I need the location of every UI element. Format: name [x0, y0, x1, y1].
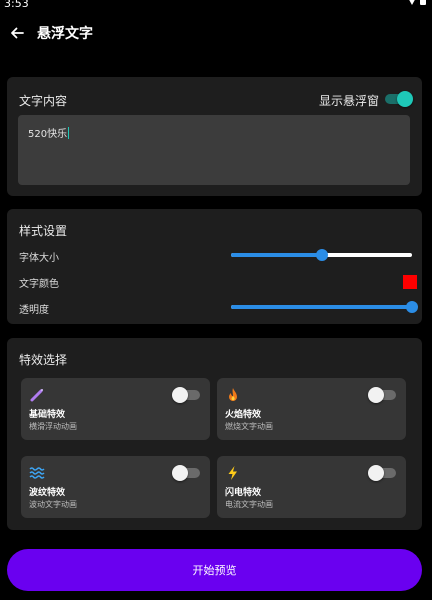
page-title: 悬浮文字	[37, 26, 93, 42]
lightning-icon	[225, 465, 241, 481]
toggle-thumb	[172, 465, 188, 481]
effect-name: 闪电特效	[225, 488, 262, 498]
style-settings-card: 样式设置 字体大小 文字颜色 透明度	[7, 209, 422, 324]
effect-fire-toggle[interactable]	[368, 387, 396, 403]
effect-lightning-card[interactable]: 闪电特效 电流文字动画	[217, 456, 406, 518]
battery-icon	[420, 0, 426, 5]
effect-name: 波纹特效	[29, 488, 66, 498]
slider-fill	[231, 305, 412, 309]
text-cursor	[68, 127, 70, 139]
back-button[interactable]	[1, 17, 33, 49]
slider-fill	[231, 253, 322, 257]
wifi-icon	[407, 0, 417, 5]
app-bar: 悬浮文字	[0, 14, 432, 52]
status-bar: 3:53	[0, 0, 432, 14]
effects-title: 特效选择	[19, 353, 68, 367]
font-size-label: 字体大小	[19, 253, 59, 264]
toggle-thumb	[172, 387, 188, 403]
effect-basic-toggle[interactable]	[172, 387, 200, 403]
opacity-label: 透明度	[19, 305, 49, 316]
toggle-thumb	[397, 91, 413, 107]
magic-wand-icon	[29, 387, 45, 403]
status-icons	[407, 0, 426, 5]
effect-fire-card[interactable]: 火焰特效 燃烧文字动画	[217, 378, 406, 440]
effect-wave-toggle[interactable]	[172, 465, 200, 481]
effect-name: 基础特效	[29, 410, 66, 420]
text-content-input[interactable]: 520快乐	[18, 115, 410, 185]
effect-lightning-toggle[interactable]	[368, 465, 396, 481]
text-content-card: 文字内容 显示悬浮窗 520快乐	[7, 77, 422, 196]
text-content-value: 520快乐	[28, 129, 68, 140]
effect-desc: 横滑浮动动画	[29, 422, 77, 431]
style-settings-title: 样式设置	[19, 224, 68, 238]
text-content-title: 文字内容	[19, 94, 68, 108]
text-color-swatch[interactable]	[403, 275, 417, 289]
effect-name: 火焰特效	[225, 410, 262, 420]
effect-wave-card[interactable]: 波纹特效 波动文字动画	[21, 456, 210, 518]
show-window-label: 显示悬浮窗	[318, 94, 379, 108]
start-preview-label: 开始预览	[192, 564, 237, 577]
slider-thumb[interactable]	[315, 249, 328, 261]
effect-desc: 电流文字动画	[225, 500, 273, 509]
fire-icon	[225, 387, 241, 403]
slider-thumb[interactable]	[406, 301, 418, 313]
effect-basic-card[interactable]: 基础特效 横滑浮动动画	[21, 378, 210, 440]
status-time: 3:53	[4, 0, 29, 10]
effect-desc: 波动文字动画	[29, 500, 77, 509]
effects-card: 特效选择 基础特效 横滑浮动动画 火焰特效 燃烧文字动画 波纹特效 波动文字动画	[7, 338, 422, 530]
effect-desc: 燃烧文字动画	[225, 422, 273, 431]
show-window-toggle[interactable]	[385, 91, 413, 107]
text-color-label: 文字颜色	[19, 279, 59, 290]
waves-icon	[29, 465, 45, 481]
start-preview-button[interactable]: 开始预览	[7, 549, 422, 591]
toggle-thumb	[368, 387, 384, 403]
opacity-slider[interactable]	[231, 301, 418, 313]
font-size-slider[interactable]	[231, 249, 412, 261]
toggle-thumb	[368, 465, 384, 481]
arrow-left-icon	[11, 27, 24, 39]
